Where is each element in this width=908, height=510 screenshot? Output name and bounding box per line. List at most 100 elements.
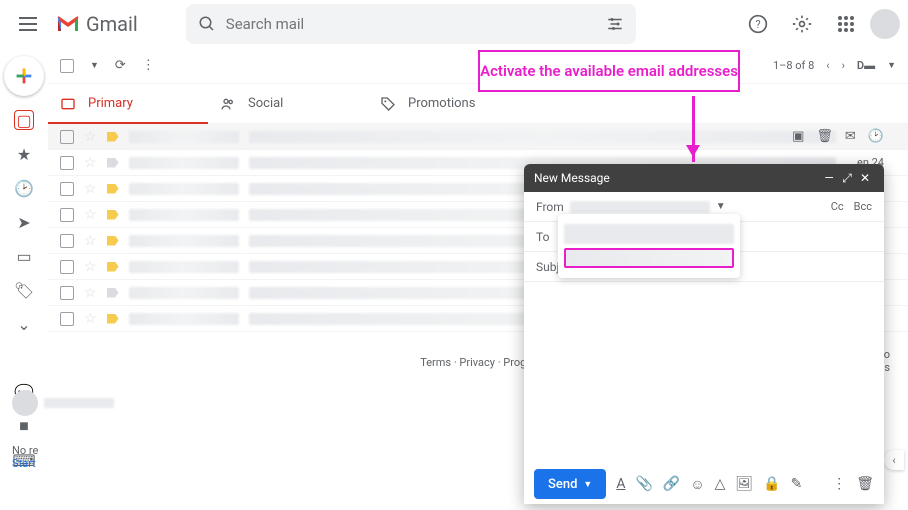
- pen-icon[interactable]: ✎: [791, 476, 803, 492]
- hamburger-menu[interactable]: [8, 4, 48, 44]
- snooze-icon[interactable]: 🕑: [868, 129, 884, 144]
- from-option-2[interactable]: [564, 248, 734, 268]
- image-icon[interactable]: 🖼: [735, 476, 753, 492]
- people-icon: [220, 96, 236, 112]
- from-dropdown-icon[interactable]: ▼: [716, 201, 726, 212]
- more-nav-icon[interactable]: ⌄: [14, 314, 34, 334]
- subject-blur: [249, 131, 836, 143]
- from-field[interactable]: From ▼ Cc Bcc: [524, 192, 884, 222]
- tab-promotions-label: Promotions: [408, 96, 475, 111]
- star-icon[interactable]: ☆: [84, 233, 97, 249]
- importance-icon[interactable]: [107, 184, 119, 194]
- hangouts-start-link[interactable]: Start: [12, 457, 36, 470]
- importance-icon[interactable]: [107, 158, 119, 168]
- label-nav-icon[interactable]: 🏷: [14, 280, 34, 300]
- star-icon[interactable]: ☆: [84, 207, 97, 223]
- row-checkbox[interactable]: [60, 156, 74, 170]
- from-label: From: [536, 200, 564, 214]
- close-icon[interactable]: ✕: [856, 171, 874, 185]
- search-input[interactable]: [226, 15, 596, 33]
- sender-blur: [129, 183, 239, 195]
- side-panel-toggle[interactable]: ‹: [884, 450, 904, 470]
- drafts-nav-icon[interactable]: ▭: [14, 246, 34, 266]
- search-options-icon[interactable]: [606, 15, 624, 33]
- delete-icon[interactable]: 🗑: [816, 129, 833, 144]
- importance-icon[interactable]: [107, 132, 119, 142]
- importance-icon[interactable]: [107, 314, 119, 324]
- tag-icon: [380, 96, 396, 112]
- density-toggle[interactable]: D▬: [857, 59, 875, 72]
- discard-icon[interactable]: 🗑: [856, 476, 874, 492]
- format-icon[interactable]: A: [616, 476, 625, 492]
- hangouts-avatar[interactable]: [12, 390, 38, 416]
- from-option-1[interactable]: [564, 224, 734, 244]
- row-checkbox[interactable]: [60, 260, 74, 274]
- importance-icon[interactable]: [107, 262, 119, 272]
- to-label: To: [536, 230, 549, 244]
- hangouts-panel: No re Start: [12, 390, 114, 470]
- density-dropdown-icon[interactable]: ▼: [887, 60, 896, 71]
- star-icon[interactable]: ☆: [84, 285, 97, 301]
- tab-primary-label: Primary: [88, 96, 133, 111]
- starred-nav-icon[interactable]: ★: [14, 144, 34, 164]
- send-button[interactable]: Send▼: [534, 469, 606, 499]
- row-checkbox[interactable]: [60, 182, 74, 196]
- tab-primary[interactable]: Primary: [48, 84, 208, 123]
- row-checkbox[interactable]: [60, 130, 74, 144]
- more-compose-icon[interactable]: ⋮: [832, 476, 846, 492]
- star-icon[interactable]: ☆: [84, 259, 97, 275]
- compose-header[interactable]: New Message — ⤢ ✕: [524, 164, 884, 192]
- importance-icon[interactable]: [107, 236, 119, 246]
- settings-icon[interactable]: [782, 4, 822, 44]
- select-all-checkbox[interactable]: [60, 59, 74, 73]
- prev-page-icon[interactable]: ‹: [826, 59, 829, 72]
- row-checkbox[interactable]: [60, 312, 74, 326]
- minimize-icon[interactable]: —: [820, 171, 838, 185]
- star-icon[interactable]: ☆: [84, 155, 97, 171]
- gmail-logo[interactable]: Gmail: [56, 12, 138, 36]
- gmail-icon: [56, 15, 80, 33]
- row-checkbox[interactable]: [60, 286, 74, 300]
- drive-icon[interactable]: △: [715, 476, 726, 492]
- snoozed-nav-icon[interactable]: 🕑: [14, 178, 34, 198]
- from-dropdown: [558, 214, 740, 278]
- importance-icon[interactable]: [107, 288, 119, 298]
- compose-body[interactable]: [524, 282, 884, 464]
- select-dropdown-icon[interactable]: ▼: [90, 60, 99, 71]
- importance-icon[interactable]: [107, 210, 119, 220]
- attach-icon[interactable]: 📎: [635, 476, 652, 492]
- send-label: Send: [548, 477, 577, 492]
- apps-icon[interactable]: [826, 4, 866, 44]
- row-checkbox[interactable]: [60, 234, 74, 248]
- help-icon[interactable]: ?: [738, 4, 778, 44]
- star-icon[interactable]: ☆: [84, 129, 97, 145]
- sender-blur: [129, 209, 239, 221]
- star-icon[interactable]: ☆: [84, 311, 97, 327]
- archive-icon[interactable]: ▣: [792, 129, 804, 144]
- compose-button[interactable]: [4, 56, 44, 96]
- row-checkbox[interactable]: [60, 208, 74, 222]
- star-icon[interactable]: ☆: [84, 181, 97, 197]
- link-icon[interactable]: 🔗: [663, 476, 680, 492]
- emoji-icon[interactable]: ☺: [690, 476, 704, 493]
- compose-title: New Message: [534, 171, 610, 185]
- fullscreen-icon[interactable]: ⤢: [838, 171, 856, 186]
- from-value-blur: [570, 201, 710, 213]
- search-bar[interactable]: [186, 4, 636, 44]
- inbox-icon: [60, 96, 76, 112]
- refresh-icon[interactable]: ⟳: [115, 58, 126, 73]
- sender-blur: [129, 313, 239, 325]
- confidential-icon[interactable]: 🔒: [763, 476, 780, 492]
- inbox-nav-icon[interactable]: ▢: [14, 110, 34, 130]
- sent-nav-icon[interactable]: ➤: [14, 212, 34, 232]
- gmail-text: Gmail: [86, 12, 138, 36]
- tab-social[interactable]: Social: [208, 84, 368, 123]
- compose-window: New Message — ⤢ ✕ From ▼ Cc Bcc To: [524, 164, 884, 504]
- markread-icon[interactable]: ✉: [845, 129, 856, 144]
- cc-link[interactable]: Cc: [831, 200, 844, 213]
- table-row[interactable]: ☆ ▣ 🗑 ✉ 🕑: [48, 124, 908, 150]
- bcc-link[interactable]: Bcc: [854, 200, 872, 213]
- avatar[interactable]: [870, 9, 900, 39]
- more-actions-icon[interactable]: ⋮: [142, 58, 155, 73]
- next-page-icon[interactable]: ›: [842, 59, 845, 72]
